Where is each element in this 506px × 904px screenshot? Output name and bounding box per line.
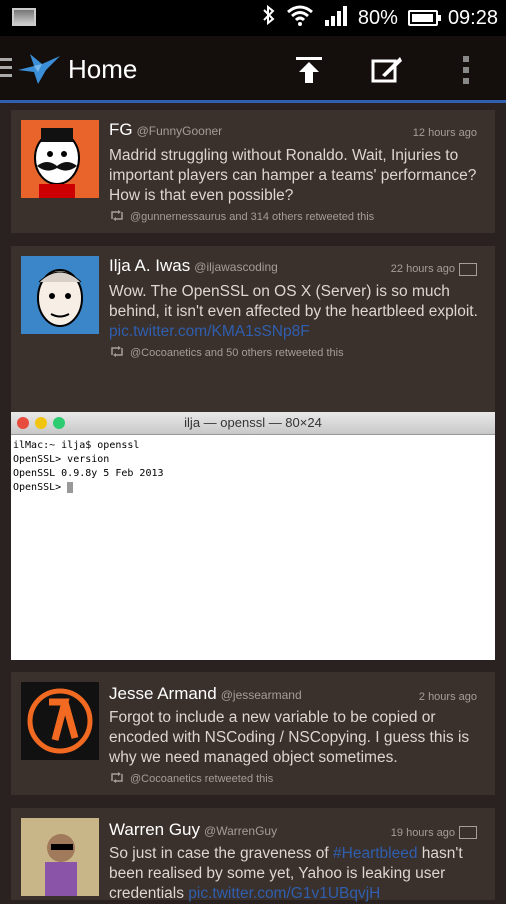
screenshot-notification-icon xyxy=(12,8,36,26)
tweet-timestamp: 12 hours ago xyxy=(412,127,477,139)
wifi-icon xyxy=(286,4,314,32)
terminal-title: ilja — openssl — 80×24 xyxy=(184,415,322,430)
status-bar: 80% 09:28 xyxy=(0,0,506,36)
retweet-icon xyxy=(109,210,125,224)
retweet-info: @Cocoanetics retweeted this xyxy=(109,772,273,786)
app-logo-bird-icon[interactable] xyxy=(16,50,62,91)
hashtag-link[interactable]: #Heartbleed xyxy=(333,845,417,862)
avatar[interactable] xyxy=(21,256,99,334)
scroll-to-top-button[interactable] xyxy=(287,50,331,90)
action-bar: Home xyxy=(0,36,506,103)
retweet-icon xyxy=(109,772,125,786)
tweet-text: Wow. The OpenSSL on OS X (Server) is so … xyxy=(109,283,478,340)
photo-attachment-icon xyxy=(459,826,477,839)
more-vertical-icon xyxy=(463,56,469,84)
terminal-title-bar: ilja — openssl — 80×24 xyxy=(11,412,495,435)
bluetooth-icon xyxy=(262,4,276,32)
tweet-media-link[interactable]: pic.twitter.com/G1v1UBqvjH xyxy=(188,885,380,902)
tweet-text: So just in case the graveness of #Heartb… xyxy=(109,845,463,902)
tweet-card[interactable]: FG @FunnyGooner 12 hours ago Madrid strug… xyxy=(11,110,495,233)
clock: 09:28 xyxy=(447,6,498,29)
photo-attachment-icon xyxy=(459,263,477,276)
compose-tweet-button[interactable] xyxy=(365,50,409,90)
tweet-author[interactable]: FG @FunnyGooner xyxy=(109,120,222,140)
retweet-info: @gunnernessaurus and 314 others retweete… xyxy=(109,210,374,224)
terminal-cursor xyxy=(67,481,74,493)
battery-percent: 80% xyxy=(357,6,398,29)
tweet-author[interactable]: Jesse Armand @jessearmand xyxy=(109,684,302,704)
tweet-card[interactable]: Warren Guy @WarrenGuy 19 hours ago So jus… xyxy=(11,808,495,902)
drawer-menu-icon[interactable] xyxy=(0,58,12,82)
terminal-output: ilMac:~ ilja$ openssl OpenSSL> version Ope… xyxy=(13,440,164,493)
tweet-text: Madrid struggling without Ronaldo. Wait,… xyxy=(109,147,477,204)
tweet-timestamp: 22 hours ago xyxy=(390,263,455,275)
tweet-timestamp: 2 hours ago xyxy=(418,691,477,703)
tweet-card[interactable]: Jesse Armand @jessearmand 2 hours ago For… xyxy=(11,672,495,795)
overflow-menu-button[interactable] xyxy=(444,50,488,90)
tweet-author[interactable]: Ilja A. Iwas @iljawascoding xyxy=(109,256,278,276)
retweet-icon xyxy=(109,346,125,360)
signal-icon xyxy=(324,4,348,32)
compose-icon xyxy=(371,57,402,83)
avatar[interactable] xyxy=(21,120,99,198)
tweet-text: Forgot to include a new variable to be c… xyxy=(109,709,470,766)
retweet-info: @Cocoanetics and 50 others retweeted thi… xyxy=(109,346,344,360)
battery-icon xyxy=(407,10,441,26)
tweet-media-image[interactable]: ilja — openssl — 80×24 ilMac:~ ilja$ ope… xyxy=(11,412,495,660)
tweet-author[interactable]: Warren Guy @WarrenGuy xyxy=(109,820,277,840)
avatar[interactable] xyxy=(21,682,99,760)
page-title: Home xyxy=(68,54,138,84)
avatar[interactable] xyxy=(21,818,99,896)
upload-arrow-icon xyxy=(296,57,322,83)
tweet-media-link[interactable]: pic.twitter.com/KMA1sSNp8F xyxy=(109,323,310,340)
tweet-timestamp: 19 hours ago xyxy=(390,827,455,839)
